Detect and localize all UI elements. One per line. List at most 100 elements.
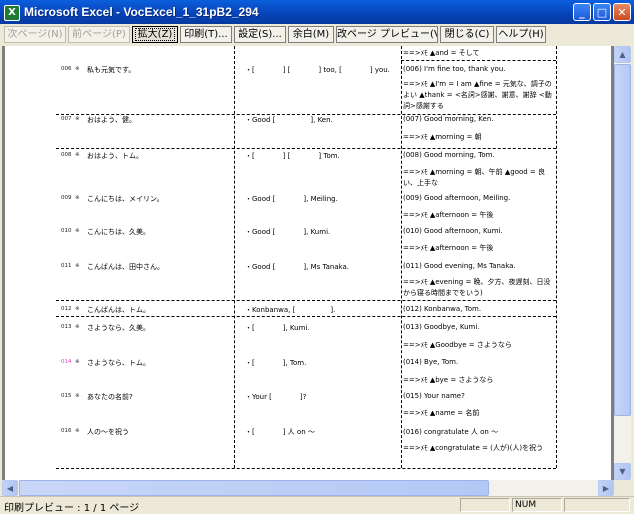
next-page-button[interactable]: 次ページ(N) bbox=[4, 26, 66, 43]
row-mark: ※ bbox=[75, 306, 80, 312]
row-number: 011 bbox=[61, 263, 72, 269]
row-mark: ※ bbox=[75, 66, 80, 72]
close-preview-button[interactable]: 閉じる(C) bbox=[440, 26, 494, 43]
excel-app-icon[interactable]: X bbox=[4, 5, 20, 21]
prev-page-button[interactable]: 前ページ(P) bbox=[68, 26, 130, 43]
status-text: 印刷プレビュー : 1 / 1 ページ bbox=[4, 503, 140, 514]
window-title: Microsoft Excel - VocExcel_1_31pB2_294 bbox=[24, 5, 259, 19]
zoom-button[interactable]: 拡大(Z) bbox=[132, 26, 178, 43]
memo-text: ==>ﾒﾓ ▲evening = 晩、夕方、夜遅刻、日没から寝る時間までをいう) bbox=[403, 278, 551, 297]
memo-text: ==>ﾒﾓ ▲and = そして bbox=[403, 49, 480, 57]
column-divider bbox=[234, 46, 235, 468]
row-mark: ※ bbox=[75, 228, 80, 234]
preview-page: ==>ﾒﾓ ▲and = そして 006 ※ 私も元気です。 ・[ ] [ ] … bbox=[5, 46, 611, 480]
japanese-sentence: さようなら、トム。 bbox=[87, 359, 150, 367]
maximize-button[interactable]: □ bbox=[593, 3, 611, 21]
row-number: 013 bbox=[61, 324, 72, 330]
row-number: 006 bbox=[61, 66, 72, 72]
row-number: 014 bbox=[61, 359, 72, 365]
status-indicator-empty bbox=[564, 498, 630, 512]
fill-in-blank: ・Good [ ], Ms Tanaka. bbox=[245, 263, 350, 271]
close-window-button[interactable]: ✕ bbox=[613, 3, 631, 21]
japanese-sentence: こんにちは、久美。 bbox=[87, 228, 150, 236]
horizontal-scrollbar[interactable]: ◀ ▶ bbox=[2, 480, 614, 496]
minimize-button[interactable]: _ bbox=[573, 3, 591, 21]
row-divider bbox=[56, 148, 556, 149]
row-number: 010 bbox=[61, 228, 72, 234]
vertical-scrollbar[interactable]: ▲ ▼ bbox=[614, 46, 631, 480]
row-mark: ※ bbox=[75, 195, 80, 201]
japanese-sentence: こんばんは、トム。 bbox=[87, 306, 150, 314]
page-break-preview-button[interactable]: 改ページ プレビュー(V) bbox=[336, 26, 438, 43]
print-button[interactable]: 印刷(T)... bbox=[180, 26, 232, 43]
row-divider bbox=[56, 300, 556, 301]
english-sentence: (015) Your name? bbox=[403, 392, 465, 400]
row-mark: ※ bbox=[75, 152, 80, 158]
scroll-down-icon[interactable]: ▼ bbox=[614, 463, 631, 480]
row-divider bbox=[56, 316, 556, 317]
row-mark: ※ bbox=[75, 428, 80, 434]
memo-text: ==>ﾒﾓ ▲afternoon = 午後 bbox=[403, 244, 494, 252]
preview-viewport[interactable]: ==>ﾒﾓ ▲and = そして 006 ※ 私も元気です。 ・[ ] [ ] … bbox=[2, 46, 614, 480]
row-number: 007 bbox=[61, 116, 72, 122]
fill-in-blank: ・Konbanwa, [ ]. bbox=[245, 306, 336, 314]
fill-in-blank: ・[ ], Kumi. bbox=[245, 324, 310, 332]
help-button[interactable]: ヘルプ(H) bbox=[496, 26, 546, 43]
english-sentence: (014) Bye, Tom. bbox=[403, 358, 459, 366]
scroll-left-icon[interactable]: ◀ bbox=[2, 480, 18, 496]
status-bar: 印刷プレビュー : 1 / 1 ページ NUM bbox=[0, 496, 634, 514]
memo-text: ==>ﾒﾓ ▲name = 名前 bbox=[403, 409, 480, 417]
english-sentence: (007) Good morning, Ken. bbox=[403, 115, 494, 123]
fill-in-blank: ・[ ] [ ] too, [ ] you. bbox=[245, 66, 390, 74]
row-number: 012 bbox=[61, 306, 72, 312]
english-sentence: (009) Good afternoon, Meiling. bbox=[403, 194, 511, 202]
japanese-sentence: 私も元気です。 bbox=[87, 66, 136, 74]
fill-in-blank: ・[ ] 人 on ～ bbox=[245, 428, 315, 436]
japanese-sentence: おはよう、健。 bbox=[87, 116, 136, 124]
english-sentence: (013) Goodbye, Kumi. bbox=[403, 323, 480, 331]
row-number: 008 bbox=[61, 152, 72, 158]
memo-text: ==>ﾒﾓ ▲bye = さようなら bbox=[403, 376, 494, 384]
print-preview-toolbar: 次ページ(N) 前ページ(P) 拡大(Z) 印刷(T)... 設定(S)... … bbox=[0, 24, 634, 46]
row-mark: ※ bbox=[75, 116, 80, 122]
japanese-sentence: あなたの名前? bbox=[87, 393, 133, 401]
japanese-sentence: 人の～を祝う bbox=[87, 428, 129, 436]
num-lock-indicator: NUM bbox=[512, 498, 562, 512]
english-sentence: (016) congratulate 人 on ～ bbox=[403, 428, 499, 436]
memo-text: ==>ﾒﾓ ▲I'm = I am ▲fine = 元気な、調子のよい ▲tha… bbox=[403, 80, 552, 110]
memo-text: ==>ﾒﾓ ▲morning = 朝、午前 ▲good = 良い、上手な bbox=[403, 168, 546, 187]
english-sentence: (011) Good evening, Ms Tanaka. bbox=[403, 262, 516, 270]
margins-button[interactable]: 余白(M) bbox=[288, 26, 334, 43]
title-bar: X Microsoft Excel - VocExcel_1_31pB2_294… bbox=[0, 0, 634, 24]
fill-in-blank: ・Good [ ], Ken. bbox=[245, 116, 333, 124]
english-sentence: (006) I'm fine too, thank you. bbox=[403, 65, 506, 73]
memo-text: ==>ﾒﾓ ▲afternoon = 午後 bbox=[403, 211, 494, 219]
row-mark: ※ bbox=[75, 359, 80, 365]
memo-text: ==>ﾒﾓ ▲congratulate = (人が)(人)を祝う bbox=[403, 444, 544, 452]
row-mark: ※ bbox=[75, 393, 80, 399]
scroll-up-icon[interactable]: ▲ bbox=[614, 46, 631, 63]
fill-in-blank: ・Good [ ], Meiling. bbox=[245, 195, 338, 203]
row-divider bbox=[56, 468, 556, 469]
row-number: 015 bbox=[61, 393, 72, 399]
row-number: 016 bbox=[61, 428, 72, 434]
scroll-right-icon[interactable]: ▶ bbox=[598, 480, 614, 496]
fill-in-blank: ・Good [ ], Kumi. bbox=[245, 228, 331, 236]
status-indicator-empty bbox=[460, 498, 510, 512]
japanese-sentence: おはよう、トム。 bbox=[87, 152, 143, 160]
memo-text: ==>ﾒﾓ ▲Goodbye = さようなら bbox=[403, 341, 512, 349]
vertical-scroll-thumb[interactable] bbox=[614, 64, 631, 416]
row-mark: ※ bbox=[75, 324, 80, 330]
memo-text: ==>ﾒﾓ ▲morning = 朝 bbox=[403, 133, 482, 141]
japanese-sentence: こんばんは、田中さん。 bbox=[87, 263, 164, 271]
english-sentence: (012) Konbanwa, Tom. bbox=[403, 305, 482, 313]
fill-in-blank: ・Your [ ]? bbox=[245, 393, 307, 401]
row-divider bbox=[401, 60, 556, 61]
row-number: 009 bbox=[61, 195, 72, 201]
column-divider bbox=[401, 46, 402, 468]
horizontal-scroll-thumb[interactable] bbox=[19, 480, 489, 496]
english-sentence: (008) Good morning, Tom. bbox=[403, 151, 495, 159]
row-mark: ※ bbox=[75, 263, 80, 269]
setup-button[interactable]: 設定(S)... bbox=[234, 26, 286, 43]
fill-in-blank: ・[ ], Tom. bbox=[245, 359, 307, 367]
